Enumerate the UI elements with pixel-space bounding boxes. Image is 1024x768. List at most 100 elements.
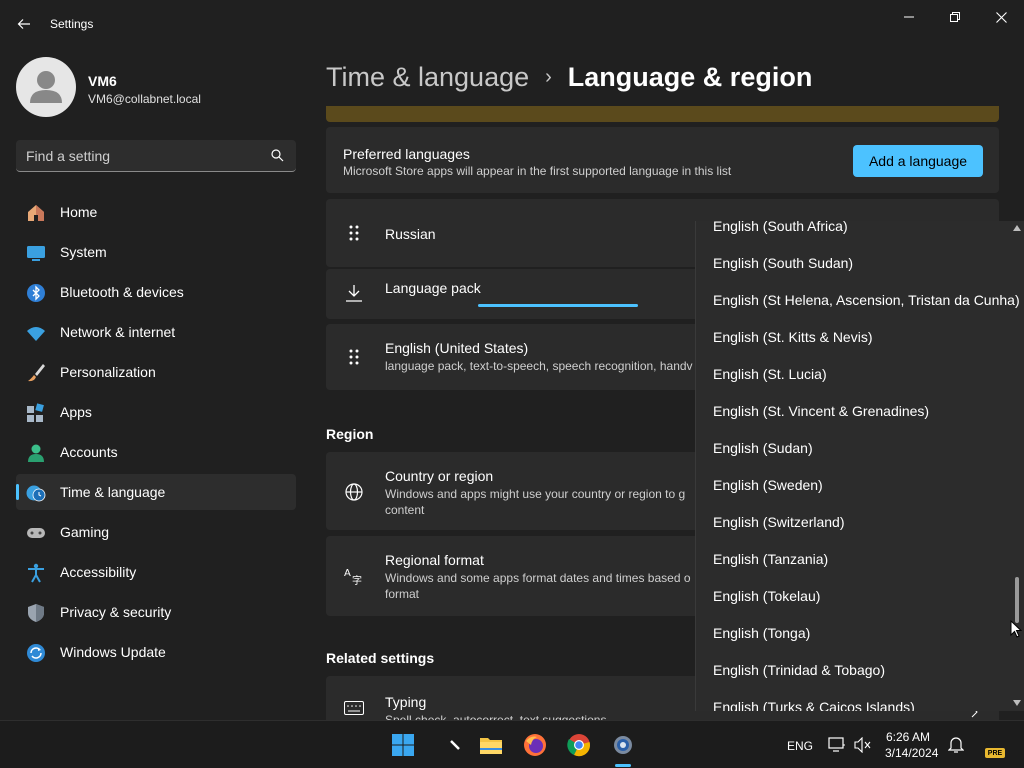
- close-icon: [995, 11, 1007, 23]
- mouse-cursor-icon: [1010, 620, 1022, 638]
- sidebar-item-accessibility[interactable]: Accessibility: [16, 554, 296, 590]
- country-region-title: Country or region: [385, 468, 494, 484]
- restore-button[interactable]: [932, 6, 978, 28]
- dropdown-option[interactable]: English (Switzerland): [713, 514, 845, 530]
- gear-icon: [614, 736, 632, 754]
- sidebar-item-apps[interactable]: Apps: [16, 394, 296, 430]
- preview-badge: PRE: [985, 748, 1005, 758]
- bluetooth-icon: [27, 284, 45, 302]
- download-progress-bar: [478, 304, 638, 307]
- dropdown-option[interactable]: English (Tanzania): [713, 551, 828, 567]
- download-icon: [346, 285, 362, 302]
- app-title: Settings: [50, 17, 94, 31]
- update-icon: [27, 644, 45, 662]
- back-button[interactable]: [10, 10, 38, 38]
- dropdown-option[interactable]: English (Turks & Caicos Islands): [713, 699, 915, 711]
- language-name: English (United States): [385, 340, 529, 356]
- notification-bell-icon[interactable]: [948, 736, 964, 754]
- dropdown-option[interactable]: English (Tonga): [713, 625, 810, 641]
- dropdown-option[interactable]: English (Trinidad & Tobago): [713, 662, 885, 678]
- time-language-icon: [26, 485, 46, 502]
- dropdown-option[interactable]: English (Sudan): [713, 440, 813, 456]
- shield-icon: [28, 604, 44, 622]
- sidebar-item-network[interactable]: Network & internet: [16, 314, 296, 350]
- sidebar-item-accounts[interactable]: Accounts: [16, 434, 296, 470]
- sidebar-item-home[interactable]: Home: [16, 194, 296, 230]
- country-region-subtitle-line2: content: [385, 503, 425, 517]
- file-explorer-button[interactable]: [477, 731, 505, 759]
- firefox-button[interactable]: [521, 731, 549, 759]
- input-language[interactable]: ENG: [787, 739, 813, 753]
- typing-subtitle: Spell check, autocorrect, text suggestio…: [385, 713, 607, 720]
- sidebar-item-bluetooth[interactable]: Bluetooth & devices: [16, 274, 296, 310]
- search-input[interactable]: [26, 140, 266, 172]
- taskview-button[interactable]: [441, 731, 469, 759]
- breadcrumb-parent[interactable]: Time & language: [326, 62, 529, 93]
- drag-handle-icon[interactable]: [348, 225, 360, 241]
- sidebar-item-label: Bluetooth & devices: [60, 284, 184, 300]
- dropdown-option[interactable]: English (South Africa): [713, 221, 848, 234]
- sidebar-item-label: Home: [60, 204, 98, 220]
- start-button[interactable]: [389, 731, 417, 759]
- add-language-button[interactable]: Add a language: [853, 145, 983, 177]
- svg-text:字: 字: [352, 574, 362, 586]
- dropdown-option[interactable]: English (St Helena, Ascension, Tristan d…: [713, 292, 1020, 308]
- region-heading: Region: [326, 426, 374, 442]
- clock-date[interactable]: 3/14/2024: [885, 746, 938, 760]
- sidebar-item-label: Accounts: [60, 444, 118, 460]
- sidebar-item-label: Gaming: [60, 524, 110, 540]
- sidebar-item-gaming[interactable]: Gaming: [16, 514, 296, 550]
- scroll-down-arrow-icon[interactable]: [1013, 700, 1021, 707]
- back-arrow-icon: [17, 19, 30, 29]
- dropdown-option[interactable]: English (Sweden): [713, 477, 823, 493]
- gamepad-icon: [27, 528, 45, 538]
- search-box[interactable]: [16, 140, 296, 172]
- minimize-button[interactable]: [886, 6, 932, 28]
- info-banner-edge: [326, 106, 999, 122]
- avatar[interactable]: [16, 57, 76, 117]
- country-region-subtitle-line1: Windows and apps might use your country …: [385, 487, 686, 501]
- sidebar-item-time-language[interactable]: Time & language: [16, 474, 296, 510]
- brush-icon: [28, 364, 45, 382]
- country-region-dropdown-list[interactable]: English (South Africa) English (South Su…: [695, 221, 1024, 711]
- settings-taskbar-button[interactable]: [609, 731, 637, 759]
- sidebar-item-privacy[interactable]: Privacy & security: [16, 594, 296, 630]
- chrome-icon: [567, 734, 590, 757]
- dropdown-scrollbar-thumb[interactable]: [1015, 577, 1019, 623]
- sidebar-item-label: Time & language: [60, 484, 166, 500]
- search-icon[interactable]: [271, 149, 284, 162]
- title-bar: Settings: [0, 0, 1024, 48]
- dropdown-option[interactable]: English (St. Lucia): [713, 366, 827, 382]
- user-icon: [30, 71, 62, 103]
- breadcrumb-separator: ›: [545, 65, 552, 88]
- apps-icon: [27, 403, 44, 422]
- network-icon[interactable]: [828, 737, 846, 753]
- wifi-icon: [27, 327, 45, 341]
- profile-email: VM6@collabnet.local: [88, 92, 201, 106]
- dropdown-option[interactable]: English (South Sudan): [713, 255, 853, 271]
- close-button[interactable]: [978, 6, 1024, 28]
- typing-title: Typing: [385, 694, 427, 710]
- svg-text:A: A: [344, 568, 351, 579]
- dropdown-option[interactable]: English (St. Vincent & Grenadines): [713, 403, 929, 419]
- sidebar-item-personalization[interactable]: Personalization: [16, 354, 296, 390]
- regional-format-icon: A字: [344, 568, 362, 586]
- sidebar-item-system[interactable]: System: [16, 234, 296, 270]
- profile-name: VM6: [88, 73, 117, 89]
- sidebar-item-label: Accessibility: [60, 564, 137, 580]
- accounts-icon: [28, 444, 44, 462]
- keyboard-icon: [344, 701, 364, 715]
- dropdown-option[interactable]: English (St. Kitts & Nevis): [713, 329, 873, 345]
- clock-time[interactable]: 6:26 AM: [886, 730, 930, 744]
- drag-handle-icon[interactable]: [348, 349, 360, 365]
- sidebar-nav: Home System Bluetooth & devices Network …: [16, 194, 296, 674]
- dropdown-option[interactable]: English (Tokelau): [713, 588, 820, 604]
- sidebar-item-windows-update[interactable]: Windows Update: [16, 634, 296, 670]
- volume-muted-icon[interactable]: [854, 737, 872, 753]
- sidebar-item-label: Apps: [60, 404, 92, 420]
- scroll-up-arrow-icon[interactable]: [1013, 225, 1021, 232]
- home-icon: [28, 205, 44, 221]
- chrome-button[interactable]: [565, 731, 593, 759]
- windows-logo-icon: [392, 734, 414, 756]
- regional-format-title: Regional format: [385, 552, 484, 568]
